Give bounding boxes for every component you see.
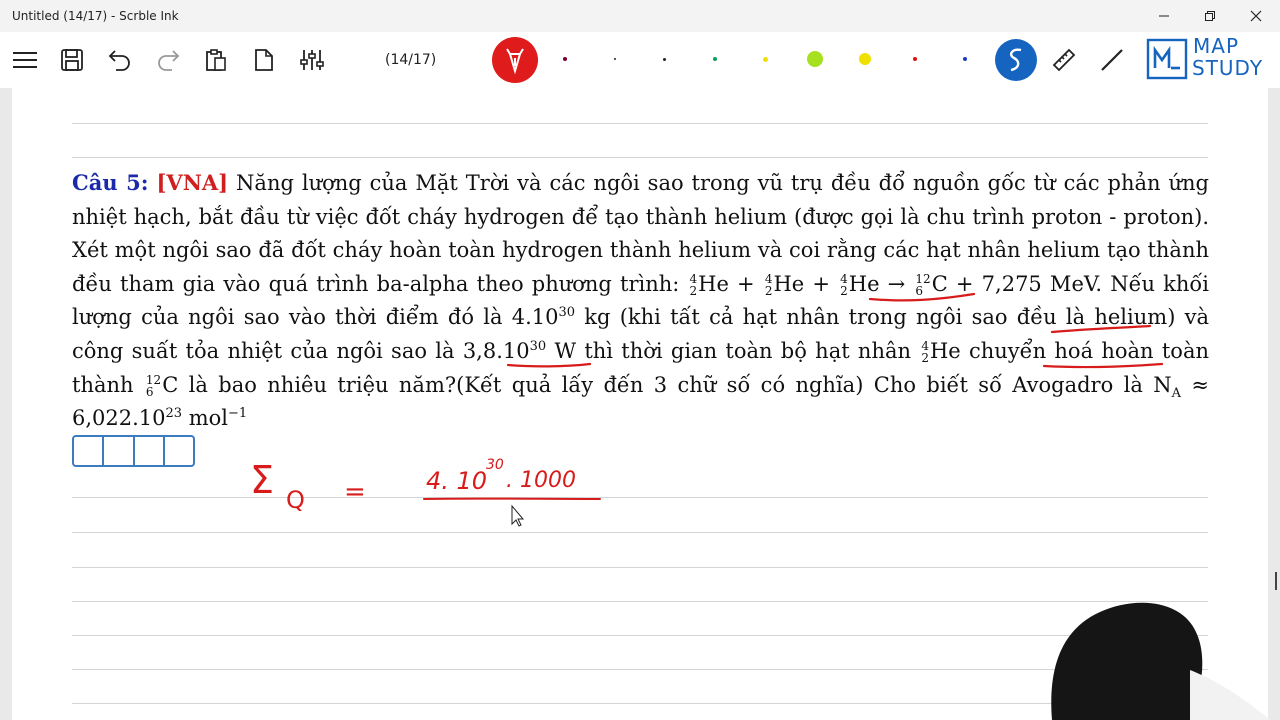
pen-tool-button[interactable] [492,37,538,83]
close-icon [1250,10,1262,22]
page-indicator: (14/17) [385,52,437,68]
pen-color-yellow-small[interactable] [763,57,768,62]
handwritten-numerator: 4. 10 [426,467,487,495]
pen-color-black-fine[interactable] [614,58,616,60]
save-button[interactable] [52,40,92,80]
line-icon [1101,49,1123,71]
highlighter-yellow[interactable] [859,53,871,65]
brand-line1: MAP [1193,34,1239,58]
window-title: Untitled (14/17) - Scrble Ink [12,9,179,23]
title-bar: Untitled (14/17) - Scrble Ink [0,0,1280,32]
handwritten-sum-subscript: Q [286,486,305,514]
undo-icon [108,50,130,71]
ruler-icon [1052,48,1076,72]
underline-power [1042,362,1164,369]
underline-ba-alpha [868,292,976,302]
pen-color-green[interactable] [713,57,717,61]
undo-button[interactable] [100,40,140,80]
pen-color-maroon[interactable] [563,57,567,61]
restore-button[interactable] [1187,0,1233,32]
lasso-icon [1010,48,1022,72]
paste-button[interactable] [196,40,236,80]
restore-icon [1205,11,1215,21]
handwritten-exponent: 30 [486,457,504,473]
pen-color-blue[interactable] [963,57,967,61]
pen-color-black[interactable] [663,58,666,61]
minimize-button[interactable] [1141,0,1187,32]
new-page-button[interactable] [244,40,284,80]
underline-mass [1050,324,1152,334]
presenter-head-image [1051,602,1270,720]
handwritten-numerator-tail: . 1000 [506,468,576,493]
close-button[interactable] [1233,0,1279,32]
clipboard-icon [206,49,226,71]
minimize-icon [1159,15,1169,17]
sliders-icon [300,50,324,70]
mouse-cursor-icon [511,504,525,527]
highlighter-green[interactable] [807,51,823,67]
hamburger-menu-icon [13,52,37,68]
redo-icon [158,50,180,71]
brand-line2: STUDY [1192,56,1264,80]
toolbar: (14/17) MAP STUDY [0,32,1280,88]
menu-button[interactable] [5,40,45,80]
redo-button[interactable] [148,40,188,80]
pen-color-red[interactable] [913,57,917,61]
ruler-button[interactable] [1044,40,1084,80]
scrollbar-thumb[interactable] [1275,572,1277,590]
underline-helium [506,362,592,368]
settings-button[interactable] [292,40,332,80]
pen-nib-icon [506,48,524,74]
handwritten-sum-symbol: Σ [250,458,274,502]
save-icon [61,49,83,71]
line-tool-button[interactable] [1092,40,1132,80]
page-icon [255,49,273,71]
handwritten-equals: = [344,477,366,507]
lasso-select-button[interactable] [995,39,1037,81]
mapstudy-logo-icon [1146,38,1188,80]
